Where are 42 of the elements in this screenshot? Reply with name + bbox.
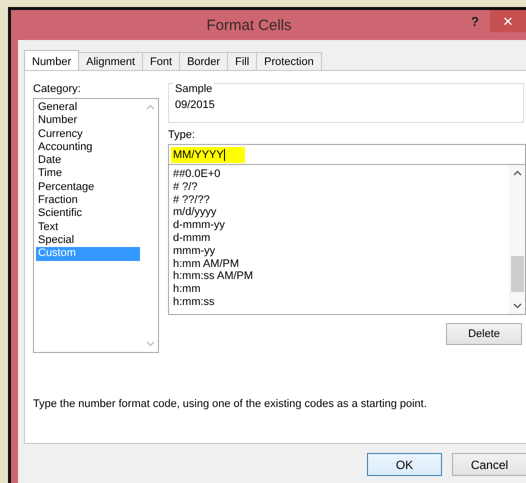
format-item[interactable]: mmm-yy: [171, 244, 507, 258]
category-item[interactable]: Time: [36, 167, 140, 181]
category-item[interactable]: Fraction: [36, 194, 140, 208]
close-button[interactable]: ✕: [490, 10, 526, 32]
tab[interactable]: Protection: [256, 52, 322, 70]
category-item[interactable]: Number: [36, 114, 140, 128]
category-item[interactable]: Percentage: [36, 180, 140, 194]
category-label: Category:: [33, 83, 82, 95]
sample-value: 09/2015: [175, 99, 215, 111]
help-button[interactable]: ?: [460, 14, 490, 28]
sample-label: Sample: [173, 83, 214, 95]
description-text: Type the number format code, using one of the existing codes as a starting point.: [33, 398, 428, 412]
scroll-up-icon[interactable]: [512, 170, 522, 176]
category-item[interactable]: Special: [36, 234, 140, 248]
format-item[interactable]: h:mm AM/PM: [171, 258, 507, 270]
category-list[interactable]: General Number Currency Accounting Date Time Percentage Fraction Scientific Text Special Custom: [33, 98, 159, 353]
category-item[interactable]: General: [36, 101, 140, 114]
type-label: Type:: [168, 129, 196, 141]
format-item[interactable]: ##0.0E+0: [171, 168, 507, 181]
category-item[interactable]: Text: [36, 220, 140, 234]
format-item[interactable]: # ?/?: [171, 180, 507, 194]
format-item[interactable]: d-mmm-yy: [171, 219, 507, 232]
format-item[interactable]: h:mm:ss: [171, 296, 507, 309]
format-item[interactable]: # ??/??: [171, 194, 507, 206]
type-input-field[interactable]: MM/YYYY: [168, 144, 526, 165]
tab[interactable]: Number: [24, 50, 80, 71]
scroll-down-icon[interactable]: [512, 303, 522, 309]
format-item[interactable]: h:mm:ss AM/PM: [171, 270, 507, 284]
category-item[interactable]: Accounting: [36, 140, 140, 154]
type-list[interactable]: ##0.0E+0 # ?/? # ??/?? m/d/yyyy d-mmm-yy d-mmm mmm-yy h:mm AM/PM h:mm:ss AM/PM h:mm h:mm:ss: [168, 165, 526, 315]
category-item[interactable]: Scientific: [36, 207, 140, 221]
scrollbar-thumb[interactable]: [510, 256, 524, 292]
window-title: Format Cells: [205, 16, 292, 34]
category-item[interactable]: Currency: [36, 128, 140, 141]
category-item[interactable]: Date: [36, 154, 140, 168]
dialog-button[interactable]: OK: [367, 453, 442, 476]
format-item[interactable]: d-mmm: [171, 232, 507, 245]
dialog-button[interactable]: Cancel: [452, 453, 526, 476]
format-item[interactable]: m/d/yyyy: [171, 206, 507, 220]
format-item[interactable]: h:mm: [171, 283, 507, 296]
delete-button[interactable]: Delete: [446, 323, 522, 345]
tab[interactable]: Alignment: [78, 52, 144, 70]
